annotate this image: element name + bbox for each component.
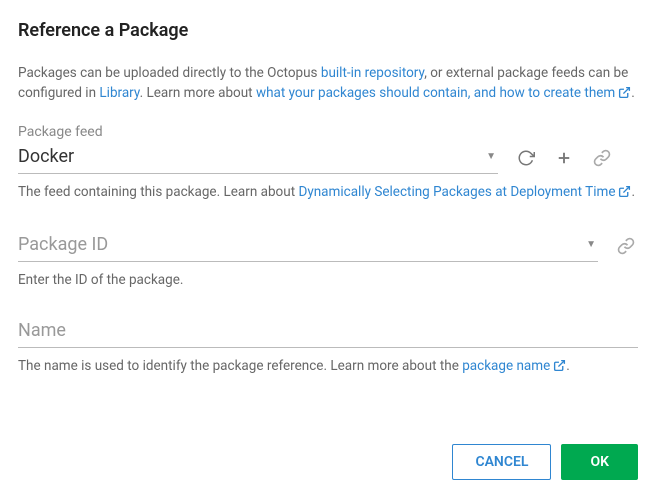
dynamic-packages-link[interactable]: Dynamically Selecting Packages at Deploy… <box>298 184 631 200</box>
package-id-placeholder: Package ID <box>18 234 586 255</box>
bind-variable-button[interactable] <box>592 148 612 168</box>
name-placeholder: Name <box>18 320 638 341</box>
cancel-button[interactable]: CANCEL <box>452 444 551 480</box>
external-link-icon <box>553 359 566 376</box>
package-feed-help: The feed containing this package. Learn … <box>18 184 638 202</box>
external-link-icon <box>618 85 631 105</box>
bind-variable-button[interactable] <box>616 236 636 256</box>
name-help: The name is used to identify the package… <box>18 358 638 376</box>
desc-text: . <box>631 85 635 101</box>
add-button[interactable] <box>554 148 574 168</box>
package-feed-value: Docker <box>18 146 486 167</box>
dialog-footer: CANCEL OK <box>452 444 638 480</box>
chevron-down-icon: ▼ <box>486 151 496 162</box>
name-input[interactable]: Name <box>18 316 638 348</box>
builtin-repository-link[interactable]: built-in repository <box>321 65 424 81</box>
ok-button[interactable]: OK <box>561 444 638 480</box>
package-id-help: Enter the ID of the package. <box>18 272 638 288</box>
package-name-link[interactable]: package name <box>462 358 566 374</box>
package-feed-label: Package feed <box>18 124 638 140</box>
desc-text: . Learn more about <box>140 85 256 101</box>
external-link-icon <box>618 185 631 202</box>
package-feed-select[interactable]: Docker ▼ <box>18 142 498 174</box>
chevron-down-icon: ▼ <box>586 239 596 250</box>
name-field: Name The name is used to identify the pa… <box>18 316 638 376</box>
package-id-field: Package ID ▼ Enter the ID of the package… <box>18 230 638 288</box>
refresh-button[interactable] <box>516 148 536 168</box>
library-link[interactable]: Library <box>99 85 139 101</box>
packages-docs-link[interactable]: what your packages should contain, and h… <box>256 85 631 101</box>
package-feed-field: Package feed Docker ▼ The feed containin… <box>18 124 638 202</box>
desc-text: Packages can be uploaded directly to the… <box>18 65 321 81</box>
dialog-title: Reference a Package <box>18 20 638 41</box>
dialog-description: Packages can be uploaded directly to the… <box>18 63 638 106</box>
package-id-select[interactable]: Package ID ▼ <box>18 230 598 262</box>
